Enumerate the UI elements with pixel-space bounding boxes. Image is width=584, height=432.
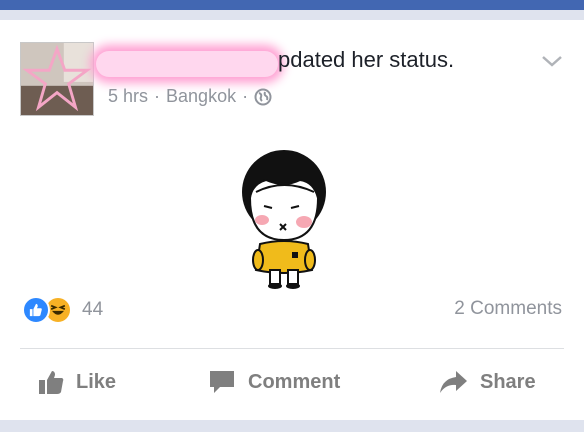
star-avatar-image — [21, 43, 93, 115]
meta-separator: · — [242, 86, 249, 106]
post-time[interactable]: 5 hrs — [108, 86, 148, 107]
divider — [20, 348, 564, 349]
reactions-summary[interactable]: 44 — [22, 296, 103, 324]
globe-icon[interactable] — [254, 88, 272, 106]
like-button[interactable]: Like — [38, 362, 116, 402]
share-label: Share — [480, 370, 536, 393]
reaction-count: 44 — [82, 299, 104, 320]
meta-separator: · — [154, 86, 161, 106]
girl-sticker — [242, 150, 326, 289]
like-reaction-icon — [22, 296, 50, 324]
redacted-name — [96, 51, 278, 77]
top-nav-bar — [0, 0, 584, 10]
feed-gap — [0, 10, 584, 20]
comments-count[interactable]: 2 Comments — [454, 298, 562, 320]
like-label: Like — [76, 370, 117, 393]
comment-label: Comment — [248, 370, 341, 393]
comment-bubble-icon — [210, 371, 234, 393]
post-headline: pdated her status. — [278, 47, 455, 72]
post-card: pdated her status. 5 hrs · Bangkok · 44 … — [0, 20, 584, 420]
chevron-down-icon[interactable] — [540, 53, 564, 69]
post-location[interactable]: Bangkok — [166, 86, 236, 107]
share-arrow-icon — [440, 371, 467, 393]
profile-avatar[interactable] — [20, 42, 94, 116]
thumbs-up-icon — [39, 371, 64, 394]
comment-button[interactable]: Comment — [208, 362, 340, 402]
post-meta: 5 hrs · Bangkok · — [108, 86, 272, 107]
share-button[interactable]: Share — [438, 362, 536, 402]
feed-gap-bottom — [0, 420, 584, 432]
